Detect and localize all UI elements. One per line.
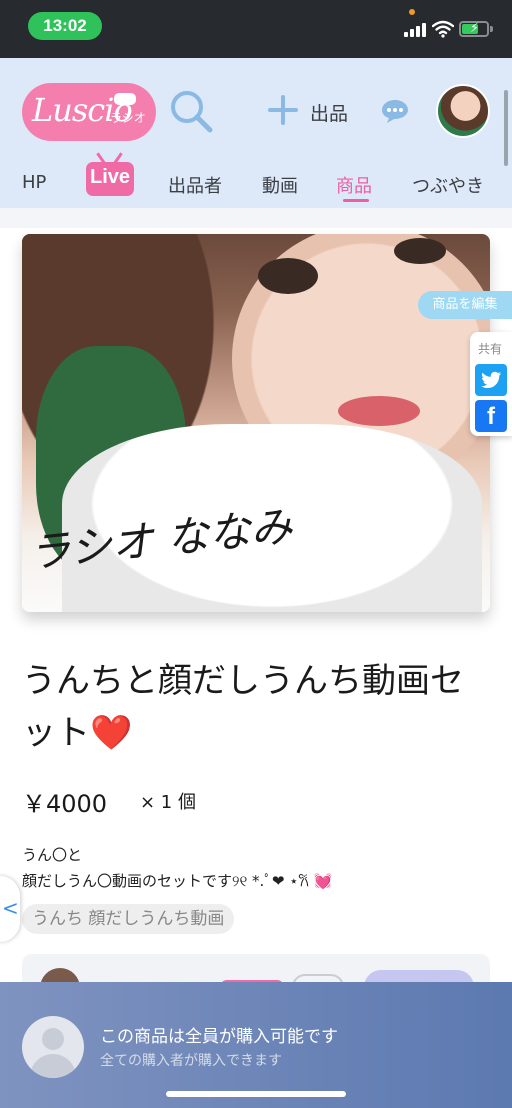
tab-sellers[interactable]: 出品者: [168, 172, 222, 198]
edit-product-button[interactable]: 商品を編集: [418, 291, 512, 319]
product-image[interactable]: ラシオ ななみ: [22, 234, 490, 612]
image-eye: [394, 238, 446, 264]
search-icon[interactable]: [168, 88, 214, 134]
tab-products[interactable]: 商品: [336, 172, 372, 198]
twitter-icon: [481, 371, 501, 388]
chat-icon[interactable]: [380, 98, 410, 124]
logo-bubble: [114, 93, 136, 105]
status-time: 13:02: [28, 12, 102, 40]
description-line: うん〇と: [22, 846, 83, 864]
tab-hp[interactable]: HP: [22, 172, 46, 193]
product-tag[interactable]: うんち 顔だしうんち動画: [22, 904, 235, 934]
chevron-left-icon: <: [2, 896, 19, 920]
buyer-avatar-icon: [22, 1016, 84, 1078]
plus-icon[interactable]: [268, 95, 298, 125]
description-line: 顔だしうん〇動画のセットです୨୧ *.ﾟ❤︎ ⋆𐙚 💓: [22, 872, 333, 890]
user-avatar[interactable]: [436, 84, 490, 138]
back-button[interactable]: <: [0, 876, 20, 942]
product-title-text: うんちと顔だしうんち動画セット: [22, 661, 464, 753]
facebook-icon: f: [487, 403, 495, 430]
product-title: うんちと顔だしうんち動画セット❤️: [22, 655, 482, 759]
heart-emoji: ❤️: [90, 713, 133, 753]
battery-icon: ⚡: [459, 21, 489, 37]
product-description: うん〇と 顔だしうん〇動画のセットです୨୧ *.ﾟ❤︎ ⋆𐙚 💓: [22, 842, 492, 894]
battery-tip: [490, 26, 493, 32]
purchase-info-subtitle: 全ての購入者が購入できます: [100, 1053, 282, 1069]
facebook-share-button[interactable]: f: [475, 400, 507, 432]
product-price: ￥4000: [22, 790, 108, 818]
luscio-logo[interactable]: Luscio ラシオ: [22, 83, 156, 141]
active-tab-underline: [343, 199, 369, 202]
live-label: Live: [89, 166, 131, 188]
home-indicator[interactable]: [166, 1091, 346, 1097]
nav-tabs: HP 出品者 動画 商品 つぶやき: [0, 160, 512, 208]
signal-icon: [404, 23, 426, 37]
purchase-info-bar: この商品は全員が購入可能です 全ての購入者が購入できます: [0, 982, 512, 1108]
privacy-indicator: [409, 9, 415, 15]
tab-tweets[interactable]: つぶやき: [412, 172, 484, 198]
tab-videos[interactable]: 動画: [262, 172, 298, 198]
status-bar: 13:02 ⚡: [0, 0, 512, 58]
image-lips: [338, 396, 420, 426]
product-quantity: × 1 個: [140, 792, 196, 813]
image-eye: [258, 258, 318, 294]
sell-button[interactable]: 出品: [310, 99, 348, 126]
logo-subtext: ラシオ: [110, 111, 146, 125]
tab-live[interactable]: Live: [84, 152, 136, 198]
share-panel: 共有 f: [470, 332, 512, 436]
share-label: 共有: [478, 342, 503, 356]
content-divider: [0, 208, 512, 228]
purchase-info-title: この商品は全員が購入可能です: [100, 1027, 338, 1047]
screen: 13:02 ⚡ Luscio ラシオ 出品 HP 出品者 動画 商品 つぶやき …: [0, 0, 512, 1108]
scroll-indicator: [504, 90, 508, 166]
twitter-share-button[interactable]: [475, 364, 507, 396]
wifi-icon: [432, 20, 454, 38]
